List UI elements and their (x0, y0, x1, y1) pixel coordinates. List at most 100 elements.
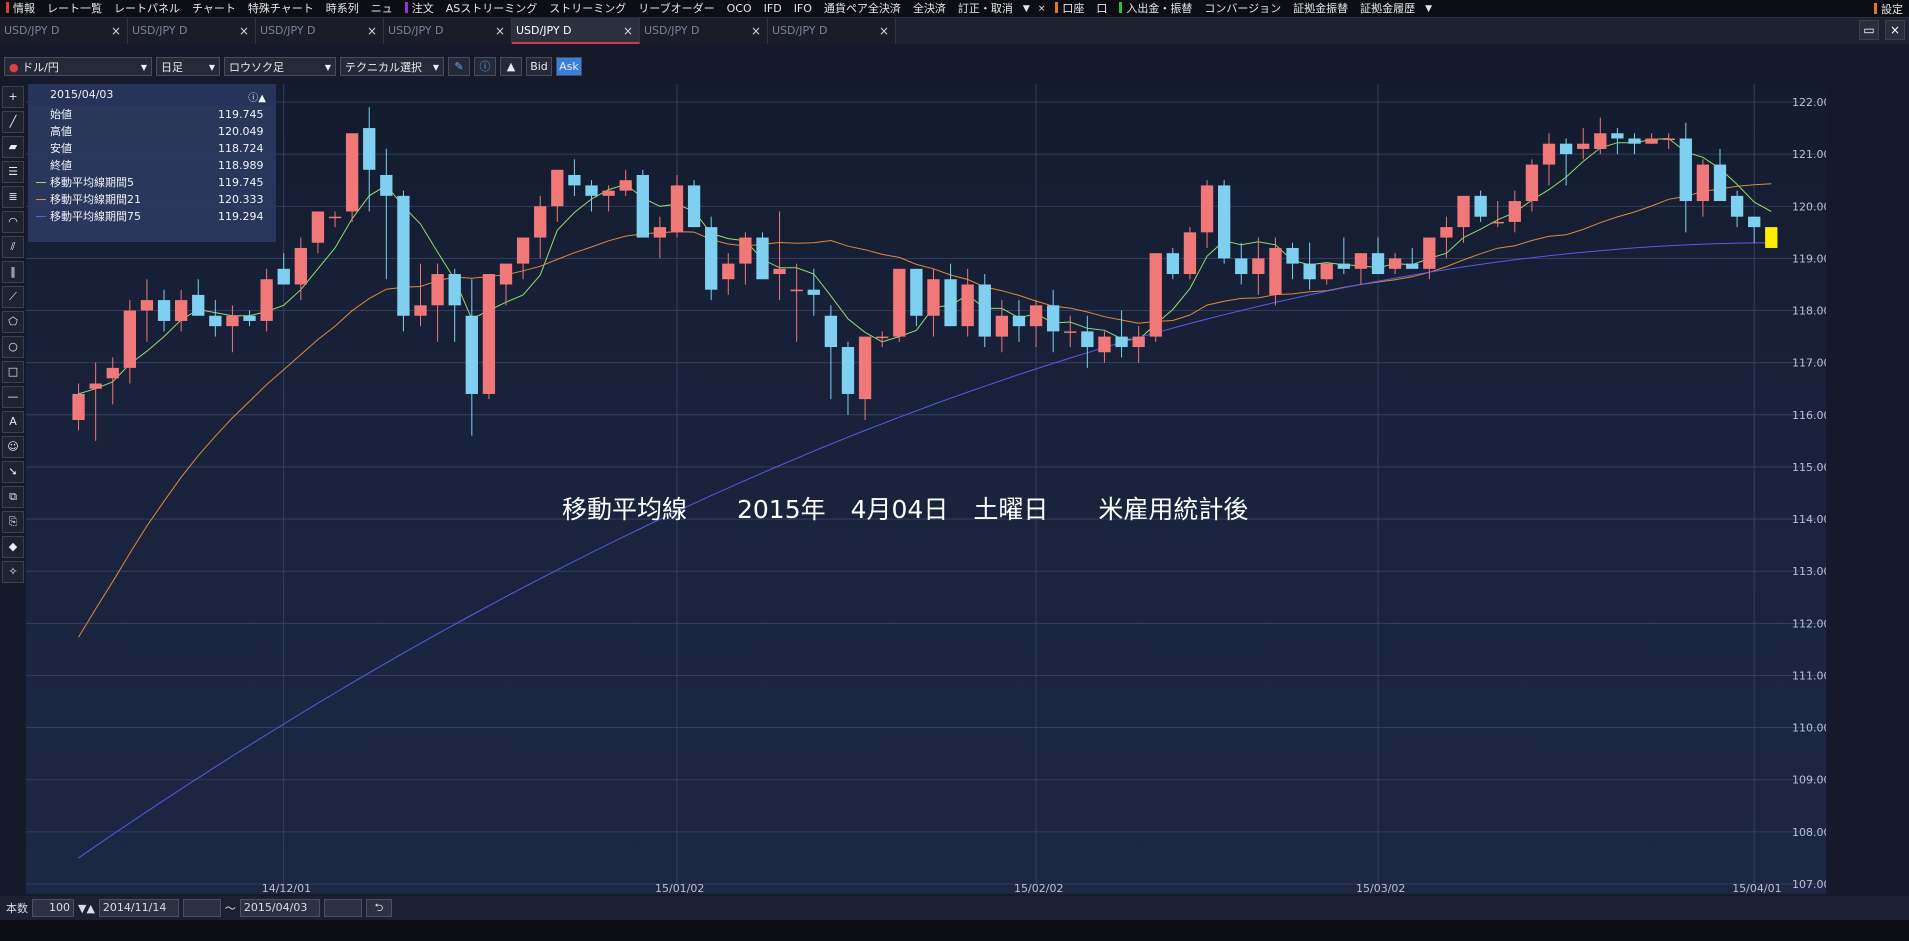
menu-overflow-icon[interactable]: ▼ (1019, 4, 1034, 14)
period-select[interactable]: 日足 ▼ (156, 56, 220, 76)
bar-count-input[interactable]: 100 (32, 899, 74, 917)
menu-item[interactable]: リーブオーダー (632, 0, 720, 17)
emoticon-icon[interactable]: ☺ (2, 436, 24, 458)
menu-item[interactable]: チャート (186, 0, 242, 17)
menu-item[interactable]: ASストリーミング (440, 0, 544, 17)
candle-body (1047, 305, 1060, 332)
horizontal-lines-icon[interactable]: ☰ (2, 161, 24, 183)
menu-item[interactable]: IFO (788, 0, 818, 17)
candle-body (1765, 227, 1778, 248)
info-value: 118.989 (218, 159, 264, 172)
candle-body (345, 133, 359, 212)
rectangle-icon[interactable]: □ (2, 361, 24, 383)
menu-item-label: 訂正・取消 (957, 2, 1013, 15)
menu-item-label: チャート (192, 2, 236, 15)
menu-item[interactable]: レートパネル (108, 0, 186, 17)
chart-tab[interactable]: USD/JPY D × (512, 18, 640, 44)
chart-tab[interactable]: USD/JPY D × (0, 18, 128, 44)
chart-tab[interactable]: USD/JPY D × (128, 18, 256, 44)
menu-item[interactable]: 入出金・振替 (1113, 0, 1198, 17)
menu-item[interactable]: コンバージョン (1198, 0, 1287, 17)
settings-menu[interactable]: 設定 (1874, 0, 1909, 17)
y-tick-label: 111.00 (1792, 669, 1826, 682)
candle-body (636, 174, 649, 238)
range-start-input[interactable]: 2014/11/14 (98, 899, 179, 917)
chart-tab[interactable]: USD/JPY D × (384, 18, 512, 44)
polygon-icon[interactable]: ⬠ (2, 311, 24, 333)
horizontal-line-icon[interactable]: — (2, 386, 24, 408)
candle-body (1730, 195, 1744, 217)
close-icon[interactable]: × (367, 18, 377, 44)
menu-item[interactable]: ニュ (365, 0, 399, 17)
arrow-icon[interactable]: ➘ (2, 461, 24, 483)
menu-item[interactable]: 口座 (1049, 0, 1090, 17)
arc-icon[interactable]: ◠ (2, 211, 24, 233)
channel-icon[interactable]: ⫽ (2, 236, 24, 258)
ask-button[interactable]: Ask (556, 56, 582, 76)
text-icon[interactable]: A (2, 411, 24, 433)
trend-line-icon[interactable]: ╱ (2, 111, 24, 133)
menu-item[interactable]: 通貨ペア全決済 (818, 0, 907, 17)
bar-count-stepper-icon[interactable]: ▼▲ (78, 902, 95, 915)
pen-icon[interactable]: ✎ (448, 56, 470, 76)
chevron-down-icon: ▼ (140, 62, 147, 72)
crosshair-icon[interactable]: + (2, 86, 24, 108)
close-icon[interactable]: × (623, 18, 633, 44)
close-icon[interactable]: × (1034, 4, 1050, 14)
menu-item[interactable]: レート一覧 (41, 0, 108, 17)
close-icon[interactable]: × (879, 18, 889, 44)
range-end-input[interactable]: 2015/04/03 (239, 899, 320, 917)
magic-eraser-icon[interactable]: ✧ (2, 561, 24, 583)
restore-window-button[interactable]: ▭ (1859, 20, 1879, 40)
technical-select[interactable]: テクニカル選択 ▼ (340, 56, 444, 76)
chart-tab[interactable]: USD/JPY D × (256, 18, 384, 44)
mountain-chart-icon[interactable]: ▲ (500, 56, 522, 76)
menu-item-label: 入出金・振替 (1126, 2, 1193, 15)
fibonacci-icon[interactable]: ≣ (2, 186, 24, 208)
bid-button[interactable]: Bid (526, 56, 552, 76)
info-icon[interactable]: ⓘ (474, 56, 496, 76)
candle-body (140, 300, 154, 311)
ruler-icon[interactable]: ▰ (2, 136, 24, 158)
paste-icon[interactable]: ⎘ (2, 511, 24, 533)
menu-item[interactable]: 時系列 (320, 0, 365, 17)
chart-tab[interactable]: USD/JPY D × (640, 18, 768, 44)
close-icon[interactable]: × (239, 18, 249, 44)
candle-body (448, 274, 461, 306)
menu-item-label: レートパネル (114, 2, 180, 15)
menu-overflow-icon[interactable]: ▼ (1421, 4, 1436, 14)
close-window-button[interactable]: × (1885, 20, 1905, 40)
range-end-time-input[interactable] (323, 899, 362, 917)
range-start-time-input[interactable] (182, 899, 221, 917)
range-separator: 〜 (224, 902, 236, 915)
menu-item[interactable]: IFD (758, 0, 788, 17)
menu-item[interactable]: 訂正・取消 (952, 0, 1019, 17)
eraser-icon[interactable]: ◆ (2, 536, 24, 558)
menu-item[interactable]: OCO (721, 0, 758, 17)
chart-tab[interactable]: USD/JPY D × (768, 18, 896, 44)
candlestick-chart[interactable]: 122.00 121.00 120.00 119.00 118.00 117.00 116.… (26, 84, 1826, 894)
menu-item[interactable]: 情報 (0, 0, 41, 17)
menu-item[interactable]: 口 (1090, 0, 1113, 17)
chart-type-select[interactable]: ロウソク足 ▼ (224, 56, 336, 76)
chart-tab-label: USD/JPY D (772, 24, 828, 37)
refresh-button[interactable]: ⮌ (365, 899, 392, 917)
close-icon[interactable]: × (495, 18, 505, 44)
menu-item[interactable]: 全決済 (907, 0, 952, 17)
currency-select[interactable]: ● ドル/円 ▼ (4, 56, 152, 76)
menu-item-label: IFO (793, 2, 812, 15)
info-row: 安値 118.724 (28, 140, 276, 157)
circle-icon[interactable]: ○ (2, 336, 24, 358)
menu-item[interactable]: 特殊チャート (242, 0, 320, 17)
pitchfork-icon[interactable]: ⟋ (2, 286, 24, 308)
menu-item[interactable]: 注文 (399, 0, 440, 17)
vertical-lines-icon[interactable]: ‖ (2, 261, 24, 283)
menu-item[interactable]: 証拠金振替 (1287, 0, 1354, 17)
menu-item[interactable]: ストリーミング (543, 0, 632, 17)
candle-body (1645, 138, 1658, 144)
close-icon[interactable]: × (751, 18, 761, 44)
close-icon[interactable]: × (111, 18, 121, 44)
copy-icon[interactable]: ⧉ (2, 486, 24, 508)
y-tick-label: 115.00 (1792, 461, 1826, 474)
menu-item[interactable]: 証拠金履歴 (1354, 0, 1421, 17)
